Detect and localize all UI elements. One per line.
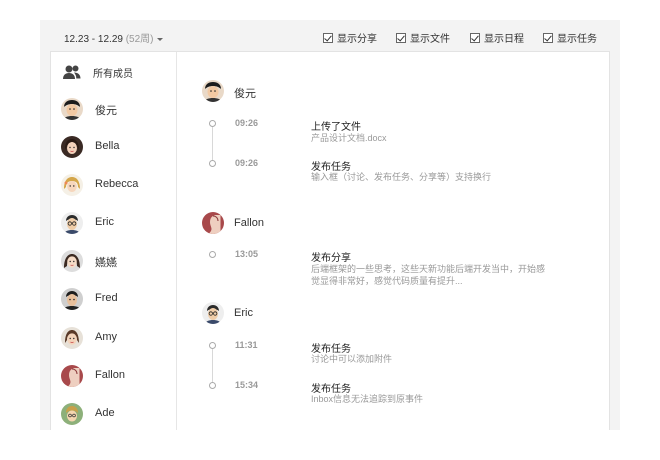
avatar-girl-icon <box>61 136 83 158</box>
avatar-default-red-icon <box>61 365 83 387</box>
avatar-girl-icon <box>61 327 83 349</box>
avatar-man-cartoon-icon <box>61 403 83 425</box>
sidebar-item-eric[interactable]: Eric <box>51 203 176 241</box>
event-desc[interactable]: Inbox信息无法追踪到原事件 <box>311 393 561 405</box>
timeline-dot-icon <box>209 120 216 127</box>
timeline-dot-icon <box>209 251 216 258</box>
timeline-dot-icon <box>209 160 216 167</box>
sidebar-item-all-members[interactable]: 所有成员 <box>51 52 176 90</box>
timeline-line <box>212 346 213 386</box>
sidebar-item-label: Bella <box>95 140 120 152</box>
avatar-girl-icon <box>61 250 83 272</box>
event-time: 13:05 <box>235 249 259 259</box>
feed-author-name: Fallon <box>234 217 264 229</box>
sidebar-item-fred[interactable]: Fred <box>51 279 176 317</box>
checkbox-checked-icon[interactable] <box>323 33 333 43</box>
members-icon <box>61 61 83 83</box>
sidebar-item-label: 所有成员 <box>93 69 133 80</box>
filter-label: 显示日程 <box>484 34 524 45</box>
filter-show-tasks[interactable]: 显示任务 <box>543 30 597 45</box>
feed-author-name: Eric <box>234 307 253 319</box>
timeline-dot-icon <box>209 382 216 389</box>
sidebar-item-yanyan[interactable]: 嬿嬿 <box>51 241 176 279</box>
week-number: (52周) <box>125 34 154 45</box>
sidebar-item-junyuan[interactable]: 俊元 <box>51 89 176 127</box>
sidebar-item-rebecca[interactable]: Rebecca <box>51 165 176 203</box>
checkbox-checked-icon[interactable] <box>396 33 406 43</box>
event-time: 09:26 <box>235 118 259 128</box>
sidebar-item-label: Fred <box>95 292 118 304</box>
filter-show-shares[interactable]: 显示分享 <box>323 30 377 45</box>
avatar-man-glasses-icon <box>202 302 224 324</box>
filter-show-files[interactable]: 显示文件 <box>396 30 450 45</box>
feed-author-name: 俊元 <box>234 88 256 100</box>
checkbox-checked-icon[interactable] <box>543 33 553 43</box>
sidebar-item-amy[interactable]: Amy <box>51 318 176 356</box>
avatar-default-red-icon <box>202 212 224 234</box>
sidebar-item-fallon[interactable]: Fallon <box>51 356 176 394</box>
sidebar-item-label: Eric <box>95 216 114 228</box>
top-bar: 12.23 - 12.29 (52周) 显示分享 显示文件 显示日程 显示任务 <box>40 20 620 52</box>
avatar-man-icon <box>61 288 83 310</box>
sidebar-item-label: 嬿嬿 <box>95 257 117 269</box>
event-desc[interactable]: 讨论中可以添加附件 <box>311 353 561 365</box>
filter-label: 显示文件 <box>410 34 450 45</box>
caret-down-icon <box>156 37 163 41</box>
week-range: 12.23 - 12.29 <box>64 34 123 45</box>
event-title[interactable]: 上传了文件 <box>311 118 361 133</box>
activity-feed: 俊元 09:26 上传了文件 产品设计文档.docx 09:26 发布任务 输入… <box>178 52 610 430</box>
checkbox-checked-icon[interactable] <box>470 33 480 43</box>
filter-label: 显示任务 <box>557 34 597 45</box>
event-time: 15:34 <box>235 380 259 390</box>
event-desc[interactable]: 后端框架的一些思考，这些天新功能后端开发当中，开始感觉显得非常好，感觉代码质量有… <box>311 263 551 287</box>
main-panel: 所有成员 俊元 Bella Rebecca Eric 嬿嬿 Fred Amy F… <box>50 51 610 430</box>
event-desc[interactable]: 输入框（讨论、发布任务、分享等）支持换行 <box>311 171 561 183</box>
event-time: 09:26 <box>235 158 259 168</box>
filter-label: 显示分享 <box>337 34 377 45</box>
sidebar-item-label: Amy <box>95 331 117 343</box>
avatar-girl-blonde-icon <box>61 174 83 196</box>
sidebar-item-label: Ade <box>95 407 115 419</box>
event-desc[interactable]: 产品设计文档.docx <box>311 132 561 144</box>
avatar-boy-icon <box>61 98 83 120</box>
event-time: 11:31 <box>235 340 258 350</box>
timeline-dot-icon <box>209 342 216 349</box>
timeline-line <box>212 124 213 164</box>
sidebar-item-label: Rebecca <box>95 178 139 190</box>
avatar-boy-icon <box>202 80 224 102</box>
sidebar-item-ade[interactable]: Ade <box>51 394 176 430</box>
app-frame: 12.23 - 12.29 (52周) 显示分享 显示文件 显示日程 显示任务 … <box>40 20 620 430</box>
sidebar-item-label: 俊元 <box>95 105 117 117</box>
week-selector[interactable]: 12.23 - 12.29 (52周) <box>64 30 163 45</box>
member-sidebar: 所有成员 俊元 Bella Rebecca Eric 嬿嬿 Fred Amy F… <box>51 52 177 430</box>
filter-show-schedule[interactable]: 显示日程 <box>470 30 524 45</box>
avatar-man-glasses-icon <box>61 212 83 234</box>
sidebar-item-label: Fallon <box>95 369 125 381</box>
event-title[interactable]: 发布分享 <box>311 249 351 264</box>
sidebar-item-bella[interactable]: Bella <box>51 127 176 165</box>
